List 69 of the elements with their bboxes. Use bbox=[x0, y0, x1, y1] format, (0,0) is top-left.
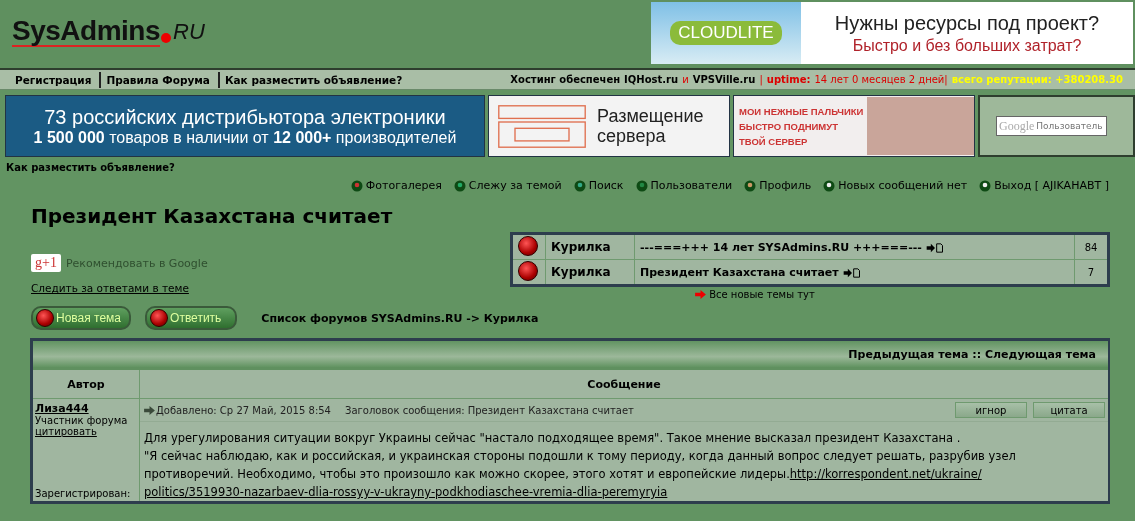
post-action-button[interactable]: игнор bbox=[955, 402, 1027, 418]
site-logo[interactable]: SysAdmins RU bbox=[0, 0, 205, 64]
ad-banner[interactable]: CLOUDLITE Нужны ресурсы под проект? Быстро и без больших затрат? bbox=[651, 2, 1133, 64]
post-action-button[interactable]: цитата bbox=[1033, 402, 1105, 418]
all-new-topics-link[interactable]: Все новые темы тут bbox=[695, 289, 925, 300]
nav-link[interactable]: Регистрация bbox=[10, 73, 100, 86]
ad-link[interactable]: Как разместить объявление? bbox=[0, 159, 1135, 173]
menu-link[interactable]: Пользователи bbox=[635, 179, 733, 192]
ad-brand: CLOUDLITE bbox=[670, 21, 782, 45]
menu-link[interactable]: Слежу за темой bbox=[453, 179, 562, 192]
action-button[interactable]: Ответить bbox=[145, 306, 238, 330]
ad-banner[interactable]: 73 российских дистрибьютора электроники 1 500 000 товаров в наличии от 12 000+ производителей bbox=[5, 95, 485, 157]
nav-link[interactable]: Как разместить объявление? bbox=[219, 73, 411, 86]
menu-icon bbox=[635, 179, 648, 192]
divider-text: | bbox=[759, 74, 763, 85]
follow-link[interactable]: Следить за ответами в теме bbox=[31, 282, 393, 294]
forum-name[interactable]: Курилка bbox=[545, 233, 635, 260]
ad-subline: Быстро и без больших затрат? bbox=[852, 36, 1082, 55]
post-link[interactable]: politics/3519930-nazarbaev-dlia-rossyy-v-ukrayny-podkhodiaschee-vremia-dlia-peremyryia bbox=[144, 483, 1104, 501]
menu-icon bbox=[453, 179, 466, 192]
post-paragraph: Для урегулирования ситуации вокруг Украины сейчас "настало подходящее время". Такое мнение высказал президент Казахстана . bbox=[144, 430, 962, 447]
go-to-post-icon bbox=[842, 267, 861, 278]
server-rack-icon bbox=[497, 103, 587, 149]
column-header: Автор bbox=[33, 370, 140, 399]
hosting-link[interactable]: VPSVille.ru bbox=[692, 74, 756, 85]
topic-nav-link[interactable]: Предыдущая тема :: Следующая тема bbox=[848, 347, 1096, 361]
uptime-value: 14 лет 0 месяцев 2 дней| bbox=[814, 74, 948, 85]
post-subject: Заголовок сообщения: Президент Казахстана считает bbox=[345, 404, 634, 416]
action-button[interactable]: Новая тема bbox=[31, 306, 132, 330]
topic-link[interactable]: ---===+++ 14 лет SYSAdmins.RU +++===--- bbox=[634, 233, 1075, 260]
menu-link[interactable]: Профиль bbox=[744, 179, 812, 192]
banner-text: Размещение сервера bbox=[597, 106, 704, 146]
author-name[interactable]: Лиза444 bbox=[35, 402, 137, 415]
banner-headline: 73 российских дистрибьютора электроники bbox=[44, 105, 446, 129]
registered-label: Зарегистрирован: bbox=[35, 488, 132, 499]
quote-link[interactable]: цитировать bbox=[35, 426, 137, 437]
banner-text: МОИ НЕЖНЫЕ ПАЛЬЧИКИ БЫСТРО ПОДНИМУТ ТВОЙ СЕРВЕР bbox=[739, 104, 864, 149]
ad-banner[interactable]: Размещение сервера bbox=[488, 95, 730, 157]
google-plus-button[interactable]: g+1 bbox=[31, 254, 61, 272]
breadcrumb: Список форумов SYSAdmins.RU -> Курилка bbox=[261, 311, 539, 325]
joiner-text: и bbox=[682, 74, 689, 85]
go-to-post-icon bbox=[925, 242, 944, 253]
uptime-label: uptime: bbox=[766, 74, 811, 85]
arrow-right-icon bbox=[695, 290, 707, 299]
reputation-text: всего репутации: +380208.30 bbox=[951, 74, 1123, 85]
menu-link[interactable]: Новых сообщений нет bbox=[823, 179, 968, 192]
menu-icon bbox=[350, 179, 363, 192]
topic-title: Президент Казахстана считает bbox=[31, 204, 393, 228]
arrow-right-icon bbox=[144, 405, 155, 415]
forum-icon bbox=[518, 235, 538, 256]
menu-icon bbox=[573, 179, 586, 192]
menu-link[interactable]: Поиск bbox=[573, 179, 624, 192]
nav-link[interactable]: Правила Форума bbox=[101, 73, 218, 86]
menu-icon bbox=[744, 179, 757, 192]
ad-headline: Нужны ресурсы под проект? bbox=[834, 11, 1100, 35]
banner-subline: 1 500 000 товаров в наличии от 12 000+ производителей bbox=[33, 128, 457, 147]
menu-link[interactable]: Фотогалерея bbox=[350, 179, 442, 192]
forum-icon bbox=[518, 260, 538, 281]
post-link[interactable]: http://korrespondent.net/ukraine/ bbox=[789, 467, 982, 481]
menu-icon bbox=[823, 179, 836, 192]
menu-icon bbox=[979, 179, 992, 192]
column-header: Сообщение bbox=[140, 370, 1108, 399]
hosting-link[interactable]: IQHost.ru bbox=[624, 74, 679, 85]
ad-banner[interactable]: МОИ НЕЖНЫЕ ПАЛЬЧИКИ БЫСТРО ПОДНИМУТ ТВОЙ СЕРВЕР bbox=[733, 95, 975, 157]
author-rank: Участник форума bbox=[35, 415, 129, 426]
menu-link[interactable]: Выход [ AJIKAHABT ] bbox=[979, 179, 1109, 192]
recommend-text: Рекомендовать в Google bbox=[65, 256, 208, 270]
post-date: Добавлено: Ср 27 Май, 2015 8:54 bbox=[144, 404, 331, 416]
hosting-label: Хостинг обеспечен bbox=[510, 74, 621, 85]
